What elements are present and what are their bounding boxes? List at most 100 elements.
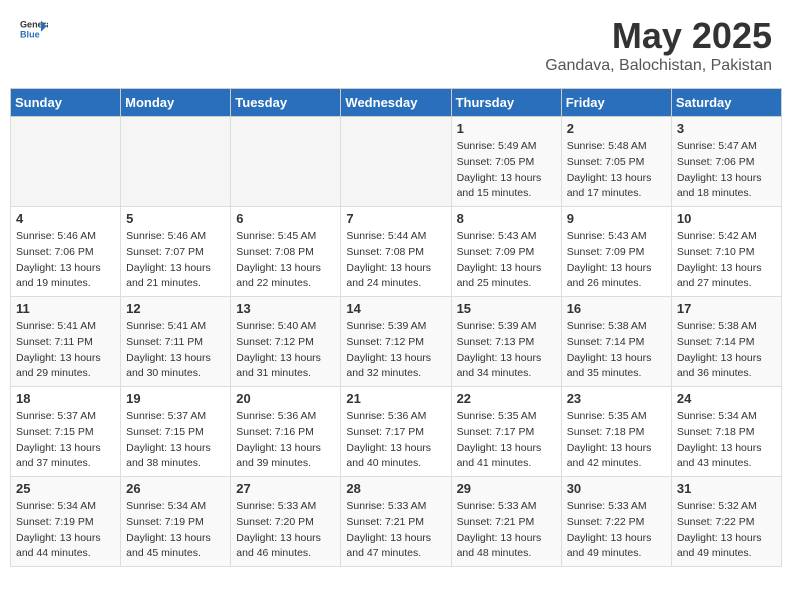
- calendar-week-row: 4 Sunrise: 5:46 AMSunset: 7:06 PMDaylight…: [11, 207, 782, 297]
- day-info: Sunrise: 5:40 AMSunset: 7:12 PMDaylight:…: [236, 319, 335, 382]
- day-info: Sunrise: 5:36 AMSunset: 7:17 PMDaylight:…: [346, 409, 445, 472]
- header-thursday: Thursday: [451, 89, 561, 117]
- calendar-week-row: 1 Sunrise: 5:49 AMSunset: 7:05 PMDaylight…: [11, 117, 782, 207]
- day-number: 17: [677, 301, 776, 316]
- table-row: 15 Sunrise: 5:39 AMSunset: 7:13 PMDayligh…: [451, 297, 561, 387]
- table-row: 22Sunrise: 5:35 AMSunset: 7:17 PMDayligh…: [451, 387, 561, 477]
- table-row: 31 Sunrise: 5:32 AMSunset: 7:22 PMDayligh…: [671, 477, 781, 567]
- day-info: Sunrise: 5:34 AMSunset: 7:19 PMDaylight:…: [16, 499, 115, 562]
- day-number: 31: [677, 481, 776, 496]
- day-number: 3: [677, 121, 776, 136]
- table-row: 26 Sunrise: 5:34 AMSunset: 7:19 PMDayligh…: [121, 477, 231, 567]
- table-row: 20 Sunrise: 5:36 AMSunset: 7:16 PMDayligh…: [231, 387, 341, 477]
- day-number: 13: [236, 301, 335, 316]
- day-info: Sunrise: 5:37 AMSunset: 7:15 PMDaylight:…: [16, 409, 115, 472]
- day-info: Sunrise: 5:46 AMSunset: 7:06 PMDaylight:…: [16, 229, 115, 292]
- day-number: 2: [567, 121, 666, 136]
- day-number: 8: [457, 211, 556, 226]
- day-number: 16: [567, 301, 666, 316]
- table-row: 18 Sunrise: 5:37 AMSunset: 7:15 PMDayligh…: [11, 387, 121, 477]
- table-row: [231, 117, 341, 207]
- day-info: Sunrise: 5:49 AMSunset: 7:05 PMDaylight:…: [457, 139, 556, 202]
- calendar-week-row: 18 Sunrise: 5:37 AMSunset: 7:15 PMDayligh…: [11, 387, 782, 477]
- header-wednesday: Wednesday: [341, 89, 451, 117]
- day-info: Sunrise: 5:36 AMSunset: 7:16 PMDaylight:…: [236, 409, 335, 472]
- day-info: Sunrise: 5:33 AMSunset: 7:20 PMDaylight:…: [236, 499, 335, 562]
- day-number: 26: [126, 481, 225, 496]
- day-info: Sunrise: 5:41 AMSunset: 7:11 PMDaylight:…: [16, 319, 115, 382]
- day-info: Sunrise: 5:43 AMSunset: 7:09 PMDaylight:…: [457, 229, 556, 292]
- day-number: 30: [567, 481, 666, 496]
- day-number: 28: [346, 481, 445, 496]
- day-info: Sunrise: 5:42 AMSunset: 7:10 PMDaylight:…: [677, 229, 776, 292]
- day-number: 22: [457, 391, 556, 406]
- header-friday: Friday: [561, 89, 671, 117]
- table-row: 30 Sunrise: 5:33 AMSunset: 7:22 PMDayligh…: [561, 477, 671, 567]
- table-row: 8 Sunrise: 5:43 AMSunset: 7:09 PMDaylight…: [451, 207, 561, 297]
- header: General Blue May 2025 Gandava, Balochist…: [10, 10, 782, 80]
- table-row: 21 Sunrise: 5:36 AMSunset: 7:17 PMDayligh…: [341, 387, 451, 477]
- day-number: 23: [567, 391, 666, 406]
- table-row: 19 Sunrise: 5:37 AMSunset: 7:15 PMDayligh…: [121, 387, 231, 477]
- day-number: 19: [126, 391, 225, 406]
- day-info: Sunrise: 5:47 AMSunset: 7:06 PMDaylight:…: [677, 139, 776, 202]
- day-number: 9: [567, 211, 666, 226]
- day-info: Sunrise: 5:44 AMSunset: 7:08 PMDaylight:…: [346, 229, 445, 292]
- day-number: 6: [236, 211, 335, 226]
- table-row: 28 Sunrise: 5:33 AMSunset: 7:21 PMDayligh…: [341, 477, 451, 567]
- day-number: 25: [16, 481, 115, 496]
- table-row: 2 Sunrise: 5:48 AMSunset: 7:05 PMDaylight…: [561, 117, 671, 207]
- header-tuesday: Tuesday: [231, 89, 341, 117]
- table-row: 24 Sunrise: 5:34 AMSunset: 7:18 PMDayligh…: [671, 387, 781, 477]
- day-info: Sunrise: 5:43 AMSunset: 7:09 PMDaylight:…: [567, 229, 666, 292]
- day-number: 5: [126, 211, 225, 226]
- day-info: Sunrise: 5:38 AMSunset: 7:14 PMDaylight:…: [677, 319, 776, 382]
- table-row: 12 Sunrise: 5:41 AMSunset: 7:11 PMDayligh…: [121, 297, 231, 387]
- day-info: Sunrise: 5:38 AMSunset: 7:14 PMDaylight:…: [567, 319, 666, 382]
- day-info: Sunrise: 5:33 AMSunset: 7:22 PMDaylight:…: [567, 499, 666, 562]
- table-row: [341, 117, 451, 207]
- table-row: 27Sunrise: 5:33 AMSunset: 7:20 PMDayligh…: [231, 477, 341, 567]
- day-number: 15: [457, 301, 556, 316]
- day-info: Sunrise: 5:35 AMSunset: 7:18 PMDaylight:…: [567, 409, 666, 472]
- day-number: 21: [346, 391, 445, 406]
- day-number: 12: [126, 301, 225, 316]
- table-row: 5Sunrise: 5:46 AMSunset: 7:07 PMDaylight…: [121, 207, 231, 297]
- table-row: 10Sunrise: 5:42 AMSunset: 7:10 PMDayligh…: [671, 207, 781, 297]
- day-number: 14: [346, 301, 445, 316]
- table-row: 13 Sunrise: 5:40 AMSunset: 7:12 PMDayligh…: [231, 297, 341, 387]
- day-info: Sunrise: 5:32 AMSunset: 7:22 PMDaylight:…: [677, 499, 776, 562]
- table-row: 17 Sunrise: 5:38 AMSunset: 7:14 PMDayligh…: [671, 297, 781, 387]
- day-info: Sunrise: 5:34 AMSunset: 7:18 PMDaylight:…: [677, 409, 776, 472]
- day-number: 24: [677, 391, 776, 406]
- day-number: 1: [457, 121, 556, 136]
- table-row: 6 Sunrise: 5:45 AMSunset: 7:08 PMDaylight…: [231, 207, 341, 297]
- location-title: Gandava, Balochistan, Pakistan: [545, 57, 772, 75]
- day-info: Sunrise: 5:33 AMSunset: 7:21 PMDaylight:…: [457, 499, 556, 562]
- day-info: Sunrise: 5:41 AMSunset: 7:11 PMDaylight:…: [126, 319, 225, 382]
- day-info: Sunrise: 5:34 AMSunset: 7:19 PMDaylight:…: [126, 499, 225, 562]
- logo-icon: General Blue: [20, 15, 48, 43]
- table-row: 16 Sunrise: 5:38 AMSunset: 7:14 PMDayligh…: [561, 297, 671, 387]
- header-sunday: Sunday: [11, 89, 121, 117]
- day-info: Sunrise: 5:37 AMSunset: 7:15 PMDaylight:…: [126, 409, 225, 472]
- table-row: 14Sunrise: 5:39 AMSunset: 7:12 PMDayligh…: [341, 297, 451, 387]
- day-number: 18: [16, 391, 115, 406]
- day-info: Sunrise: 5:33 AMSunset: 7:21 PMDaylight:…: [346, 499, 445, 562]
- day-number: 4: [16, 211, 115, 226]
- calendar-table: Sunday Monday Tuesday Wednesday Thursday…: [10, 88, 782, 567]
- day-number: 20: [236, 391, 335, 406]
- day-info: Sunrise: 5:45 AMSunset: 7:08 PMDaylight:…: [236, 229, 335, 292]
- table-row: 29Sunrise: 5:33 AMSunset: 7:21 PMDayligh…: [451, 477, 561, 567]
- svg-text:Blue: Blue: [20, 29, 40, 39]
- table-row: 1 Sunrise: 5:49 AMSunset: 7:05 PMDaylight…: [451, 117, 561, 207]
- logo: General Blue: [20, 15, 48, 43]
- table-row: 4 Sunrise: 5:46 AMSunset: 7:06 PMDaylight…: [11, 207, 121, 297]
- header-monday: Monday: [121, 89, 231, 117]
- table-row: 3 Sunrise: 5:47 AMSunset: 7:06 PMDaylight…: [671, 117, 781, 207]
- title-area: May 2025 Gandava, Balochistan, Pakistan: [545, 15, 772, 75]
- table-row: [121, 117, 231, 207]
- day-info: Sunrise: 5:48 AMSunset: 7:05 PMDaylight:…: [567, 139, 666, 202]
- day-info: Sunrise: 5:39 AMSunset: 7:13 PMDaylight:…: [457, 319, 556, 382]
- table-row: 11Sunrise: 5:41 AMSunset: 7:11 PMDayligh…: [11, 297, 121, 387]
